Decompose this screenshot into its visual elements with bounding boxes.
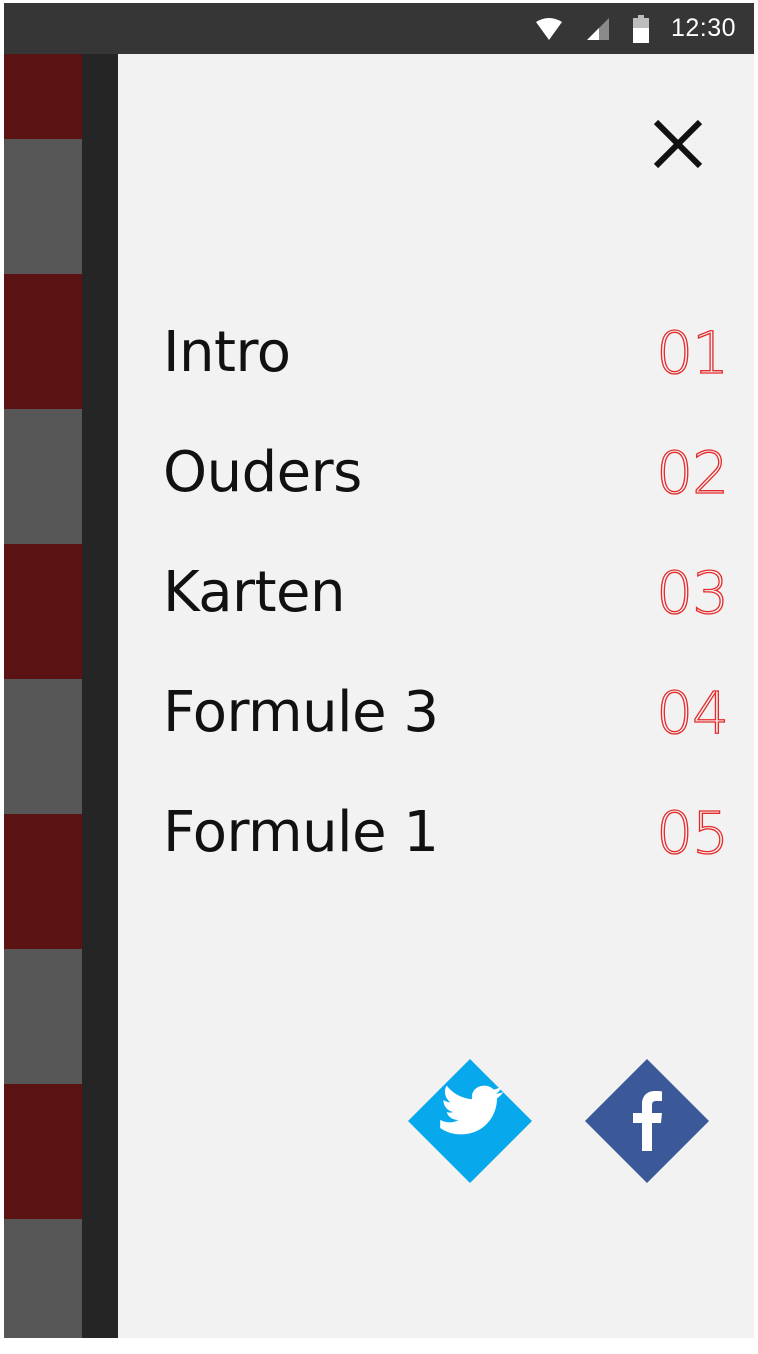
twitter-icon xyxy=(408,1059,532,1183)
menu-item-karten[interactable]: Karten 03 xyxy=(163,534,730,654)
menu-list: Intro 01 Ouders 02 Karten 03 Formule 3 0… xyxy=(163,294,730,894)
app-screen: 12:30 Intro 01 Ouders 02 Karten 03 Formu… xyxy=(4,3,754,1338)
facebook-button[interactable] xyxy=(582,1056,712,1186)
battery-icon xyxy=(632,14,649,43)
stripe-red xyxy=(4,544,82,679)
stripe-grey xyxy=(4,949,82,1084)
menu-item-label: Formule 3 xyxy=(163,680,439,745)
menu-item-formule-3[interactable]: Formule 3 04 xyxy=(163,654,730,774)
menu-item-number: 01 xyxy=(656,318,730,387)
stripe-red xyxy=(4,274,82,409)
menu-item-number: 05 xyxy=(656,798,730,867)
decorative-stripes xyxy=(4,54,82,1338)
menu-item-label: Karten xyxy=(163,560,345,625)
menu-item-formule-1[interactable]: Formule 1 05 xyxy=(163,774,730,894)
stripe-grey xyxy=(4,139,82,274)
drawer-shadow-rail xyxy=(82,54,118,1338)
menu-item-number: 02 xyxy=(656,438,730,507)
wifi-icon xyxy=(535,17,562,40)
menu-item-label: Formule 1 xyxy=(163,800,439,865)
close-icon xyxy=(653,119,703,169)
stripe-grey xyxy=(4,679,82,814)
facebook-icon xyxy=(585,1059,709,1183)
cell-signal-icon xyxy=(586,17,609,40)
twitter-button[interactable] xyxy=(405,1056,535,1186)
menu-item-label: Ouders xyxy=(163,440,362,505)
stripe-grey xyxy=(4,409,82,544)
menu-item-ouders[interactable]: Ouders 02 xyxy=(163,414,730,534)
status-time: 12:30 xyxy=(670,14,736,42)
menu-item-intro[interactable]: Intro 01 xyxy=(163,294,730,414)
stripe-red xyxy=(4,1084,82,1219)
menu-item-number: 04 xyxy=(656,678,730,747)
status-bar: 12:30 xyxy=(4,3,754,54)
close-button[interactable] xyxy=(648,114,708,174)
menu-item-number: 03 xyxy=(656,558,730,627)
stripe-red xyxy=(4,54,82,139)
stripe-grey xyxy=(4,1219,82,1338)
menu-item-label: Intro xyxy=(163,320,291,385)
stripe-red xyxy=(4,814,82,949)
navigation-drawer: Intro 01 Ouders 02 Karten 03 Formule 3 0… xyxy=(118,54,754,1338)
status-icons: 12:30 xyxy=(535,3,736,54)
